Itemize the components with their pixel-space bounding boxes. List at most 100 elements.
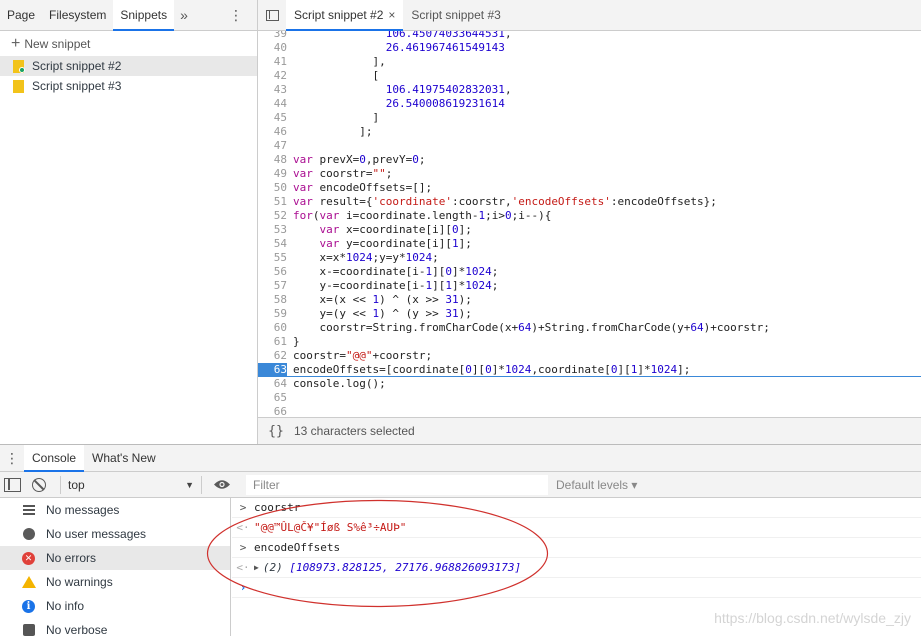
sidebar-item-verbose[interactable]: No verbose xyxy=(0,618,230,636)
line-number[interactable]: 66 xyxy=(258,405,287,417)
sidebar-item-info[interactable]: i No info xyxy=(0,594,230,618)
line-number[interactable]: 61 xyxy=(258,335,287,349)
code-line[interactable]: 52 for(var i=coordinate.length-1;i>0;i--)… xyxy=(258,209,921,223)
line-number[interactable]: 57 xyxy=(258,279,287,293)
selection-status: 13 characters selected xyxy=(294,424,415,438)
line-number[interactable]: 42 xyxy=(258,69,287,83)
tab-page[interactable]: Page xyxy=(0,0,42,30)
sidebar-item-messages[interactable]: No messages xyxy=(0,498,230,522)
close-icon[interactable]: × xyxy=(388,8,395,22)
line-number[interactable]: 63 xyxy=(258,363,287,377)
navigator-menu-icon[interactable]: ⋮ xyxy=(229,8,243,22)
line-number[interactable]: 64 xyxy=(258,377,287,391)
code-line[interactable]: 48 var prevX=0,prevY=0; xyxy=(258,153,921,167)
line-number[interactable]: 60 xyxy=(258,321,287,335)
pretty-print-button[interactable]: {} xyxy=(258,424,294,439)
code-line[interactable]: 51 var result={'coordinate':coorstr,'enco… xyxy=(258,195,921,209)
line-number[interactable]: 52 xyxy=(258,209,287,223)
editor-tab[interactable]: Script snippet #2 × xyxy=(286,0,404,31)
code-line[interactable]: 41 ], xyxy=(258,55,921,69)
log-levels-select[interactable]: Default levels ▾ xyxy=(556,478,637,492)
line-number[interactable]: 40 xyxy=(258,41,287,55)
line-number[interactable]: 65 xyxy=(258,391,287,405)
code-line[interactable]: 49 var coorstr=""; xyxy=(258,167,921,181)
console-toolbar: top ▼ Default levels ▾ xyxy=(0,472,921,498)
toggle-navigator-icon[interactable] xyxy=(258,0,286,30)
tab-whats-new[interactable]: What's New xyxy=(84,445,164,471)
code-text: } xyxy=(293,335,300,348)
code-line[interactable]: 54 var y=coordinate[i][1]; xyxy=(258,237,921,251)
code-line[interactable]: 50 var encodeOffsets=[]; xyxy=(258,181,921,195)
code-line[interactable]: 45 ] xyxy=(258,111,921,125)
code-line[interactable]: 56 x-=coordinate[i-1][0]*1024; xyxy=(258,265,921,279)
line-number[interactable]: 43 xyxy=(258,83,287,97)
sidebar-item-user-messages[interactable]: No user messages xyxy=(0,522,230,546)
filter-input[interactable] xyxy=(246,475,548,495)
line-number[interactable]: 39 xyxy=(258,31,287,41)
code-line[interactable]: 39 106.45074033644531, xyxy=(258,31,921,41)
drawer-menu-icon[interactable]: ⋮ xyxy=(0,445,24,471)
array-length: (2) xyxy=(262,560,283,574)
code-line[interactable]: 64 console.log(); xyxy=(258,377,921,391)
line-number[interactable]: 49 xyxy=(258,167,287,181)
navigator-pane: Page Filesystem Snippets » ⋮ + New snipp… xyxy=(0,0,258,444)
code-line[interactable]: 55 x=x*1024;y=y*1024; xyxy=(258,251,921,265)
editor-tab[interactable]: Script snippet #3 xyxy=(403,0,508,30)
tab-console[interactable]: Console xyxy=(24,445,85,472)
code-line[interactable]: 63 encodeOffsets=[coordinate[0][0]*1024,c… xyxy=(258,363,921,377)
code-text: console.log(); xyxy=(293,377,386,390)
code-line[interactable]: 61} xyxy=(258,335,921,349)
code-text: ] xyxy=(293,111,380,124)
sidebar-item-errors[interactable]: ✕ No errors xyxy=(0,546,230,570)
context-select[interactable]: top ▼ xyxy=(60,476,202,494)
line-number[interactable]: 55 xyxy=(258,251,287,265)
snippet-item[interactable]: Script snippet #3 xyxy=(0,76,257,96)
line-number[interactable]: 59 xyxy=(258,307,287,321)
expand-triangle-icon[interactable]: ▶ xyxy=(254,558,259,578)
code-line[interactable]: 57 y-=coordinate[i-1][1]*1024; xyxy=(258,279,921,293)
code-line[interactable]: 60 coorstr=String.fromCharCode(x+64)+Str… xyxy=(258,321,921,335)
line-number[interactable]: 48 xyxy=(258,153,287,167)
eye-icon[interactable] xyxy=(213,479,231,490)
input-prompt-icon: › xyxy=(239,580,247,594)
new-snippet-button[interactable]: + New snippet xyxy=(0,31,257,56)
line-number[interactable]: 46 xyxy=(258,125,287,139)
code-line[interactable]: 43 106.41975402832031, xyxy=(258,83,921,97)
line-number[interactable]: 47 xyxy=(258,139,287,153)
line-number[interactable]: 50 xyxy=(258,181,287,195)
line-number[interactable]: 51 xyxy=(258,195,287,209)
console-result-entry[interactable]: <· ▶ (2) [108973.828125, 27176.968826093… xyxy=(232,558,921,578)
code-line[interactable]: 65 xyxy=(258,391,921,405)
line-number[interactable]: 56 xyxy=(258,265,287,279)
code-line[interactable]: 62 coorstr="@@"+coorstr; xyxy=(258,349,921,363)
line-number[interactable]: 58 xyxy=(258,293,287,307)
code-line[interactable]: 66 xyxy=(258,405,921,417)
code-line[interactable]: 46 ]; xyxy=(258,125,921,139)
line-number[interactable]: 62 xyxy=(258,349,287,363)
code-text: coorstr=String.fromCharCode(x+64)+String… xyxy=(293,321,770,334)
tab-snippets[interactable]: Snippets xyxy=(113,0,175,31)
console-command: coorstr xyxy=(254,500,301,514)
clear-console-icon[interactable] xyxy=(32,477,46,492)
line-number[interactable]: 53 xyxy=(258,223,287,237)
code-line[interactable]: 47 xyxy=(258,139,921,153)
code-text: y=(y << 1) ^ (y >> 31); xyxy=(293,307,472,320)
console-prompt-line[interactable]: › xyxy=(232,578,921,598)
more-tabs-icon[interactable]: » xyxy=(174,0,194,30)
line-number[interactable]: 45 xyxy=(258,111,287,125)
line-number[interactable]: 54 xyxy=(258,237,287,251)
user-icon xyxy=(22,528,35,541)
tab-filesystem[interactable]: Filesystem xyxy=(42,0,113,30)
line-number[interactable]: 41 xyxy=(258,55,287,69)
code-line[interactable]: 59 y=(y << 1) ^ (y >> 31); xyxy=(258,307,921,321)
show-sidebar-icon[interactable] xyxy=(4,477,21,492)
code-line[interactable]: 40 26.461967461549143 xyxy=(258,41,921,55)
sidebar-item-warnings[interactable]: No warnings xyxy=(0,570,230,594)
code-line[interactable]: 42 [ xyxy=(258,69,921,83)
snippet-item[interactable]: Script snippet #2 xyxy=(0,56,257,76)
code-line[interactable]: 53 var x=coordinate[i][0]; xyxy=(258,223,921,237)
code-line[interactable]: 44 26.540008619231614 xyxy=(258,97,921,111)
line-number[interactable]: 44 xyxy=(258,97,287,111)
code-editor[interactable]: 39 106.45074033644531, 40 26.461967461549… xyxy=(258,31,921,417)
code-line[interactable]: 58 x=(x << 1) ^ (x >> 31); xyxy=(258,293,921,307)
